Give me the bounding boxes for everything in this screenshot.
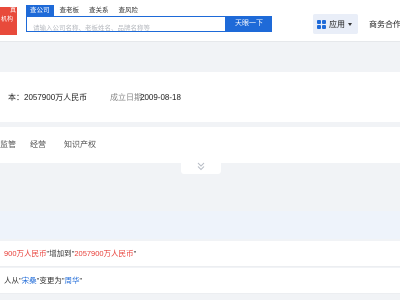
apps-button[interactable]: 应用: [313, 14, 358, 34]
tab-supervision[interactable]: 监管: [0, 139, 16, 150]
search-input[interactable]: [27, 21, 225, 36]
expand-button[interactable]: [181, 160, 221, 174]
section-tabs: 监管 经营 知识产权: [0, 127, 400, 163]
change-verb: 增加到: [49, 249, 72, 258]
new-capital: 2057900万人民币: [74, 249, 134, 258]
tab-search-relation[interactable]: 查关系: [85, 5, 113, 16]
double-chevron-down-icon: [197, 162, 205, 171]
change-records-header: [0, 211, 400, 239]
business-cooperation-link[interactable]: 商务合作: [369, 19, 400, 30]
search-tabs: 查公司 查老板 查关系 查风险: [26, 5, 144, 16]
grid-icon: [317, 19, 326, 29]
registered-capital: 本：2057900万人民币: [8, 93, 88, 102]
tab-search-boss[interactable]: 查老板: [56, 5, 84, 16]
chevron-down-icon: [348, 22, 352, 26]
company-logo[interactable]: 真 机构: [0, 7, 17, 35]
search-button[interactable]: 天眼一下: [226, 16, 272, 32]
change-record-row: 人从"宋桑"变更为"周华": [0, 268, 400, 294]
tab-intellectual-property[interactable]: 知识产权: [64, 139, 96, 150]
old-capital: 900万人民币: [4, 249, 47, 258]
change-prefix: 人从: [4, 276, 19, 285]
tab-search-company[interactable]: 查公司: [26, 5, 54, 16]
new-person[interactable]: 周华: [65, 276, 80, 285]
change-record-row: 900万人民币"增加到"2057900万人民币": [0, 241, 400, 267]
logo-text-line1: 真: [9, 8, 16, 14]
old-person[interactable]: 宋桑: [22, 276, 37, 285]
logo-text-line2: 机构: [1, 17, 14, 23]
search-box: [26, 16, 226, 36]
change-verb: 变更为: [39, 276, 62, 285]
tab-operation[interactable]: 经营: [30, 139, 46, 150]
tab-search-risk[interactable]: 查风险: [115, 5, 143, 16]
top-header: 真 机构 查公司 查老板 查关系 查风险 天眼一下 应用 商务合作: [0, 0, 400, 42]
apps-label: 应用: [329, 19, 345, 29]
established-date: 2009-08-18: [140, 93, 181, 102]
company-info-card: 本：2057900万人民币 成立日期： 2009-08-18: [0, 72, 400, 122]
